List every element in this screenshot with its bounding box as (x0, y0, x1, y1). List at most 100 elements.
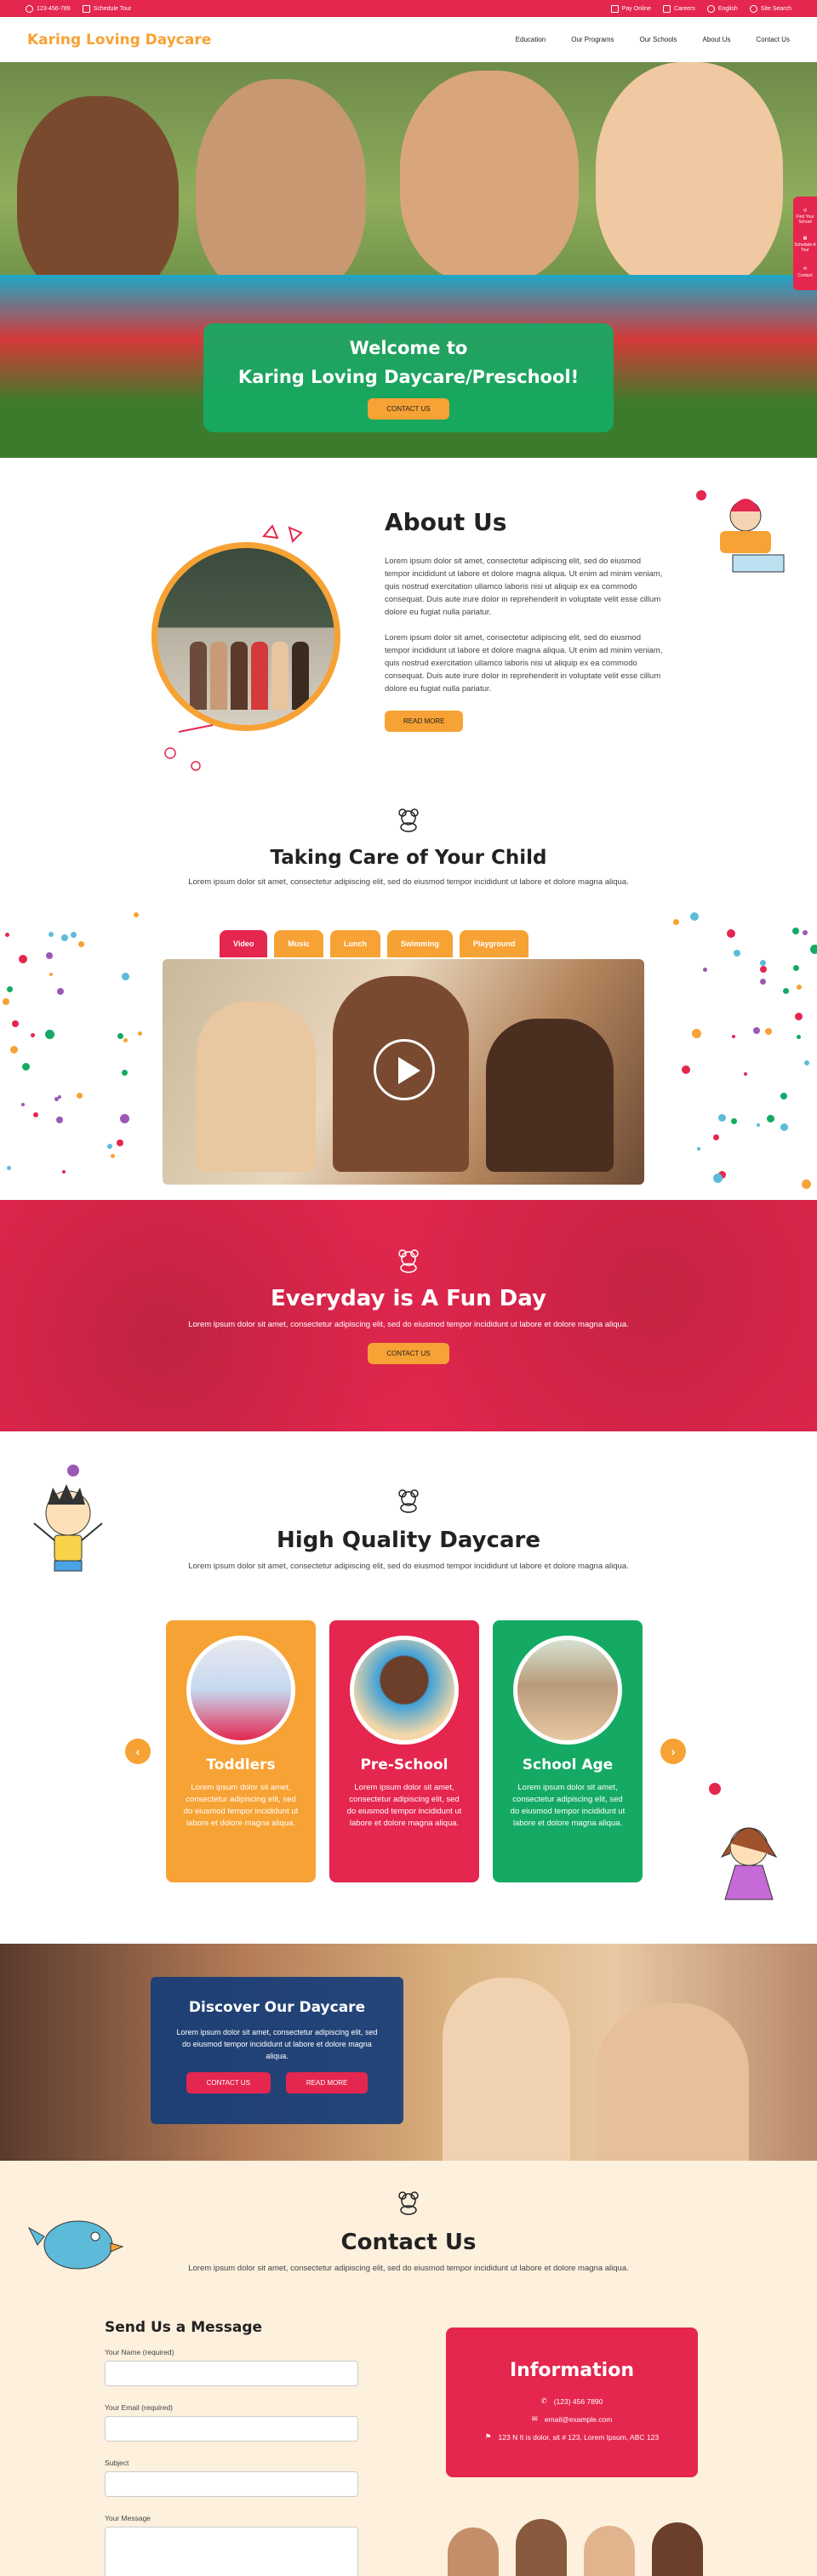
program-card-school-age[interactable]: School Age Lorem ipsum dolor sit amet, c… (493, 1620, 643, 1882)
confetti-dot (703, 968, 707, 972)
confetti-dot (77, 1093, 83, 1099)
confetti-dot (795, 1013, 803, 1020)
site-search-link[interactable]: Site Search (749, 4, 791, 13)
confetti-dot (134, 912, 139, 917)
fun-title: Everyday is A Fun Day (271, 1286, 546, 1311)
calendar-icon (82, 4, 90, 13)
contact-title: Contact Us (340, 2230, 477, 2255)
careers-link[interactable]: Careers (662, 4, 695, 13)
side-tab-contact[interactable]: ✉ Contact (793, 258, 817, 286)
nav-education[interactable]: Education (516, 36, 546, 43)
confetti-dot (45, 1030, 54, 1039)
confetti-dot (54, 1097, 59, 1101)
carousel-next-button[interactable]: › (660, 1739, 686, 1764)
play-icon[interactable] (374, 1039, 435, 1100)
about-section: About Us Lorem ipsum dolor sit amet, con… (385, 508, 666, 732)
side-tab-schedule[interactable]: ▦ Schedule A Tour (793, 230, 817, 258)
toddlers-photo (186, 1636, 295, 1745)
confetti-dot (3, 998, 9, 1005)
confetti-dot (744, 1072, 747, 1076)
discover-contact-button[interactable]: CONTACT US (186, 2072, 271, 2093)
pay-online-link[interactable]: Pay Online (610, 4, 651, 13)
video-child-1 (197, 1002, 316, 1172)
contact-form: Send Us a Message Your Name (required) Y… (105, 2319, 360, 2576)
confetti-dots-right (672, 911, 817, 1191)
confetti-dot (797, 985, 802, 990)
info-phone[interactable]: (123) 456 7890 (554, 2397, 603, 2406)
tab-lunch[interactable]: Lunch (329, 930, 380, 957)
main-nav: Education Our Programs Our Schools About… (516, 36, 790, 43)
form-title: Send Us a Message (105, 2319, 263, 2336)
nav-contact-us[interactable]: Contact Us (756, 36, 790, 43)
confetti-dot (117, 1033, 123, 1039)
nav-our-programs[interactable]: Our Programs (571, 36, 614, 43)
name-label: Your Name (required) (105, 2348, 174, 2356)
card-text: Lorem ipsum dolor sit amet, consectetur … (510, 1783, 626, 1828)
confetti-dot (734, 950, 740, 957)
side-quick-tabs: ◎ Find Your School ▦ Schedule A Tour ✉ Cont… (793, 197, 817, 290)
globe-icon (706, 4, 715, 13)
hero-contact-button[interactable]: CONTACT US (368, 398, 449, 420)
teddy-bear-icon (398, 1249, 419, 1273)
care-section-header: Taking Care of Your Child Lorem ipsum do… (0, 807, 817, 888)
tab-music[interactable]: Music (274, 930, 323, 957)
tab-playground[interactable]: Playground (459, 930, 529, 957)
subject-field[interactable] (105, 2471, 358, 2497)
tab-swimming[interactable]: Swimming (386, 930, 453, 957)
confetti-dot (804, 1060, 809, 1065)
about-title: About Us (385, 508, 507, 536)
confetti-dot (56, 1117, 63, 1123)
side-tab-find-school[interactable]: ◎ Find Your School (793, 202, 817, 230)
about-read-more-button[interactable]: READ MORE (385, 711, 464, 732)
confetti-dot (767, 1115, 774, 1122)
nav-our-schools[interactable]: Our Schools (639, 36, 677, 43)
confetti-dot (12, 1020, 19, 1027)
hero-title-line1: Welcome to (349, 338, 468, 358)
confetti-dot (62, 1170, 66, 1174)
confetti-dot (71, 932, 77, 938)
briefcase-icon (662, 4, 671, 13)
discover-photo-girl (443, 1978, 570, 2161)
program-card-pre-school[interactable]: Pre-School Lorem ipsum dolor sit amet, c… (329, 1620, 479, 1882)
confetti-dot (783, 988, 789, 994)
site-logo[interactable]: Karing Loving Daycare (27, 31, 211, 49)
contact-text: Lorem ipsum dolor sit amet, consectetur … (188, 2264, 629, 2273)
care-video-player[interactable] (163, 959, 644, 1185)
fun-text: Lorem ipsum dolor sit amet, consectetur … (188, 1320, 629, 1329)
about-paragraph-1: Lorem ipsum dolor sit amet, consectetur … (385, 557, 663, 617)
discover-read-more-button[interactable]: READ MORE (285, 2072, 369, 2093)
cheering-kids-photo (431, 2502, 720, 2576)
confetti-dot (757, 1123, 760, 1127)
confetti-dot (120, 1114, 129, 1123)
confetti-dot (117, 1139, 123, 1146)
confetti-dot (797, 1035, 801, 1039)
confetti-dot (792, 928, 799, 934)
confetti-dot (78, 941, 84, 947)
confetti-dot (107, 1144, 112, 1149)
program-card-toddlers[interactable]: Toddlers Lorem ipsum dolor sit amet, con… (166, 1620, 316, 1882)
video-child-2 (486, 1019, 614, 1172)
chevron-right-icon: › (671, 1745, 676, 1758)
email-field[interactable] (105, 2416, 358, 2442)
nav-about-us[interactable]: About Us (703, 36, 731, 43)
carousel-prev-button[interactable]: ‹ (125, 1739, 151, 1764)
discover-banner: Discover Our Daycare Lorem ipsum dolor s… (0, 1944, 817, 2161)
name-field[interactable] (105, 2361, 358, 2386)
confetti-dot (810, 945, 817, 954)
language-link[interactable]: English (706, 4, 738, 13)
card-text: Lorem ipsum dolor sit amet, consectetur … (346, 1783, 462, 1828)
email-label: Your Email (required) (105, 2403, 173, 2412)
fun-contact-button[interactable]: CONTACT US (368, 1343, 449, 1364)
confetti-dot (33, 1112, 38, 1117)
phone-link[interactable]: 123-456-789 (26, 4, 71, 13)
teddy-bear-icon (398, 808, 419, 832)
confetti-dot (793, 965, 799, 971)
schedule-tour-link[interactable]: Schedule Tour (82, 4, 131, 13)
about-doodles (164, 524, 303, 771)
tab-video[interactable]: Video (220, 930, 268, 957)
info-email[interactable]: email@example.com (545, 2415, 613, 2424)
card-title: Toddlers (206, 1756, 276, 1773)
message-field[interactable] (105, 2527, 358, 2576)
quality-section-header: High Quality Daycare Lorem ipsum dolor s… (0, 1488, 817, 1573)
confetti-dot (61, 934, 68, 941)
